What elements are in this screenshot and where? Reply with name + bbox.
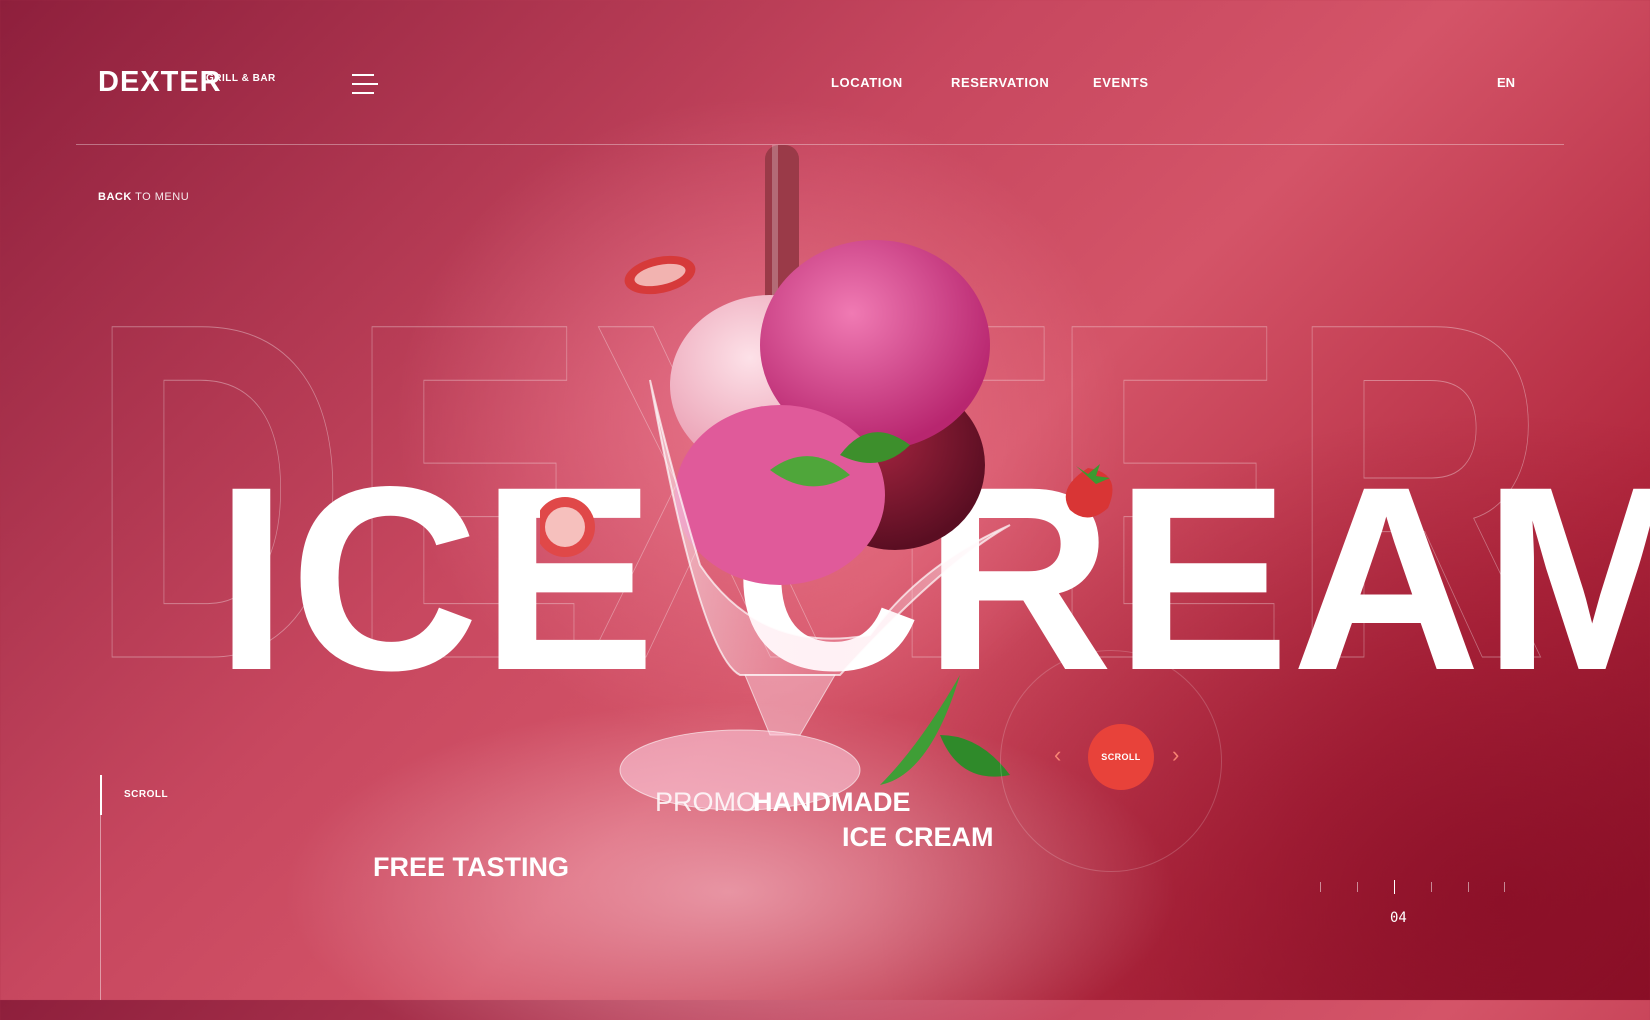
page-tick[interactable] [1504,882,1505,892]
scroll-indicator[interactable] [100,775,102,815]
promo-line-1: HANDMADE [753,787,911,817]
page-number: 04 [1390,910,1407,926]
promo-label: PROMO [655,787,758,817]
scroll-button-label: SCROLL [1101,752,1141,762]
scroll-button[interactable]: SCROLL [1088,724,1154,790]
ice-cream-sundae-image [540,145,1011,811]
free-tasting-text: FREE TASTING [373,852,570,882]
page-tick-active[interactable] [1394,880,1395,894]
chevron-right-icon[interactable]: › [1172,744,1179,766]
chevron-left-icon[interactable]: ‹ [1054,744,1061,766]
page-tick[interactable] [1320,882,1321,892]
page-tick[interactable] [1431,882,1432,892]
strawberry-decoration [1065,464,1113,518]
scroll-side-label: SCROLL [124,789,169,800]
page-tick[interactable] [1357,882,1358,892]
page-tick[interactable] [1468,882,1469,892]
promo-line-2: ICE CREAM [842,822,994,852]
